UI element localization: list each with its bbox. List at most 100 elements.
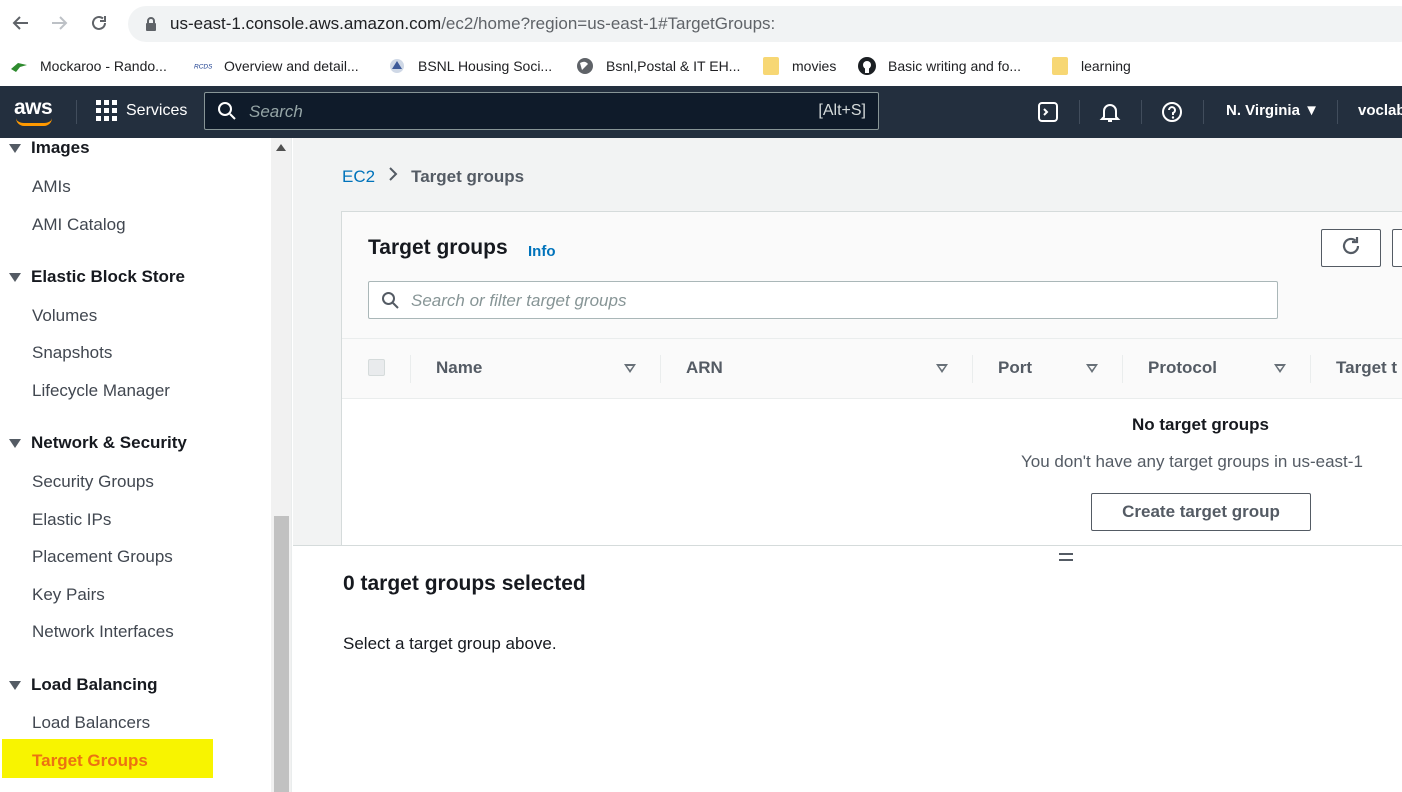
sidebar-item-volumes[interactable]: Volumes: [32, 306, 97, 326]
column-protocol[interactable]: Protocol: [1148, 358, 1217, 378]
address-bar[interactable]: us-east-1.console.aws.amazon.com/ec2/hom…: [128, 6, 1402, 42]
sidebar-item-ami-catalog[interactable]: AMI Catalog: [32, 215, 126, 235]
column-name[interactable]: Name: [436, 358, 482, 378]
section-title: Network & Security: [31, 433, 187, 452]
search-icon: [381, 291, 399, 314]
divider: [76, 100, 77, 124]
search-input[interactable]: Search or filter target groups: [368, 281, 1278, 319]
section-title: Images: [31, 138, 90, 157]
aws-search-input[interactable]: Search [Alt+S]: [204, 92, 879, 130]
breadcrumb-ec2[interactable]: EC2: [342, 167, 375, 187]
sidebar-item-lifecycle-manager[interactable]: Lifecycle Manager: [32, 381, 170, 401]
bookmark-learning[interactable]: learning: [1051, 54, 1131, 78]
github-icon: [858, 57, 876, 75]
actions-button[interactable]: [1392, 229, 1402, 267]
sidebar-item-placement-groups[interactable]: Placement Groups: [32, 547, 173, 567]
bookmark-label: Overview and detail...: [224, 58, 359, 74]
caret-down-icon: [9, 438, 21, 448]
column-port[interactable]: Port: [998, 358, 1032, 378]
services-menu[interactable]: Services: [96, 100, 187, 121]
resize-handle-icon[interactable]: [1059, 553, 1073, 561]
bookmark-bsnl-postal[interactable]: Bsnl,Postal & IT EH...: [576, 54, 740, 78]
svg-text:RCDS: RCDS: [194, 63, 212, 70]
help-icon[interactable]: [1160, 100, 1184, 124]
sidebar-item-amis[interactable]: AMIs: [32, 177, 71, 197]
column-divider: [1310, 355, 1311, 383]
forward-icon[interactable]: [46, 10, 72, 36]
sidebar-item-security-groups[interactable]: Security Groups: [32, 472, 154, 492]
aws-top-nav: aws Services Search [Alt+S] N. Virginia …: [0, 86, 1402, 138]
panel-header: Target groups Info Search or filter targ…: [342, 212, 1402, 339]
search-placeholder: Search: [249, 102, 303, 121]
sort-icon[interactable]: [936, 364, 948, 373]
url-text: us-east-1.console.aws.amazon.com/ec2/hom…: [170, 14, 775, 34]
sidebar-item-key-pairs[interactable]: Key Pairs: [32, 585, 105, 605]
services-label: Services: [126, 101, 188, 119]
column-divider: [410, 355, 411, 383]
info-link[interactable]: Info: [528, 243, 556, 260]
divider: [1079, 100, 1080, 124]
select-all-checkbox[interactable]: [368, 359, 385, 376]
breadcrumb-current: Target groups: [411, 166, 525, 186]
bookmarks-bar: Mockaroo - Rando... RCDS Overview and de…: [0, 46, 1402, 86]
back-icon[interactable]: [8, 10, 34, 36]
folder-icon: [1051, 57, 1069, 75]
bookmark-label: Mockaroo - Rando...: [40, 58, 167, 74]
sidebar-item-snapshots[interactable]: Snapshots: [32, 343, 112, 363]
column-target-type[interactable]: Target t: [1336, 358, 1397, 378]
sort-icon[interactable]: [1274, 364, 1286, 373]
reload-icon[interactable]: [86, 10, 112, 36]
sort-icon[interactable]: [1086, 364, 1098, 373]
divider: [1203, 100, 1204, 124]
bookmark-bsnl-housing[interactable]: BSNL Housing Soci...: [388, 54, 552, 78]
sidebar-section-network-security[interactable]: Network & Security: [9, 433, 187, 453]
scroll-up-icon[interactable]: [276, 144, 286, 151]
sidebar-item-elastic-ips[interactable]: Elastic IPs: [32, 510, 111, 530]
create-target-group-button[interactable]: Create target group: [1091, 493, 1311, 531]
divider: [1141, 100, 1142, 124]
caret-down-icon: [9, 143, 21, 153]
sidebar-section-load-balancing[interactable]: Load Balancing: [9, 675, 158, 695]
region-selector[interactable]: N. Virginia ▼: [1226, 102, 1319, 119]
bookmark-label: Basic writing and fo...: [888, 58, 1022, 74]
bookmark-mockaroo[interactable]: Mockaroo - Rando...: [10, 54, 167, 78]
sidebar-item-load-balancers[interactable]: Load Balancers: [32, 713, 150, 733]
sidebar-section-ebs[interactable]: Elastic Block Store: [9, 267, 185, 287]
selection-hint: Select a target group above.: [343, 634, 557, 653]
bookmark-github[interactable]: Basic writing and fo...: [858, 54, 1021, 78]
refresh-button[interactable]: [1321, 229, 1381, 267]
sidebar-item-network-interfaces[interactable]: Network Interfaces: [32, 622, 174, 642]
cloudshell-icon[interactable]: [1036, 100, 1060, 124]
bell-icon[interactable]: [1098, 100, 1122, 124]
bookmark-movies[interactable]: movies: [762, 54, 836, 78]
page-title: Target groups: [368, 236, 508, 259]
bookmark-overview[interactable]: RCDS Overview and detail...: [194, 54, 359, 78]
account-menu[interactable]: voclab: [1358, 102, 1402, 119]
region-label: N. Virginia: [1226, 102, 1300, 119]
target-groups-panel: Target groups Info Search or filter targ…: [341, 211, 1402, 551]
sidebar-item-target-groups[interactable]: Target Groups: [32, 751, 148, 771]
column-arn[interactable]: ARN: [686, 358, 723, 378]
scrollbar-thumb[interactable]: [274, 516, 289, 792]
search-shortcut: [Alt+S]: [818, 102, 866, 119]
aws-logo-text: aws: [14, 96, 53, 119]
url-path: /ec2/home?region=us-east-1#TargetGroups:: [441, 14, 776, 33]
selection-title: 0 target groups selected: [343, 572, 586, 595]
folder-icon: [762, 57, 780, 75]
empty-state-title: No target groups: [1132, 415, 1269, 434]
column-divider: [972, 355, 973, 383]
sidebar-section-images[interactable]: Images: [9, 138, 90, 158]
caret-down-icon: [9, 272, 21, 282]
sidebar-scrollbar[interactable]: [271, 138, 291, 792]
sort-icon[interactable]: [624, 364, 636, 373]
url-host: us-east-1.console.aws.amazon.com: [170, 14, 442, 33]
refresh-icon: [1340, 235, 1362, 262]
grid-icon: [96, 100, 117, 121]
details-split-panel: 0 target groups selected Select a target…: [293, 545, 1402, 792]
site-icon: [388, 57, 406, 75]
chevron-right-icon: [387, 166, 399, 187]
aws-smile-icon: [16, 118, 52, 126]
search-icon: [217, 101, 237, 126]
bookmark-label: movies: [792, 58, 837, 74]
bookmark-label: learning: [1081, 58, 1131, 74]
